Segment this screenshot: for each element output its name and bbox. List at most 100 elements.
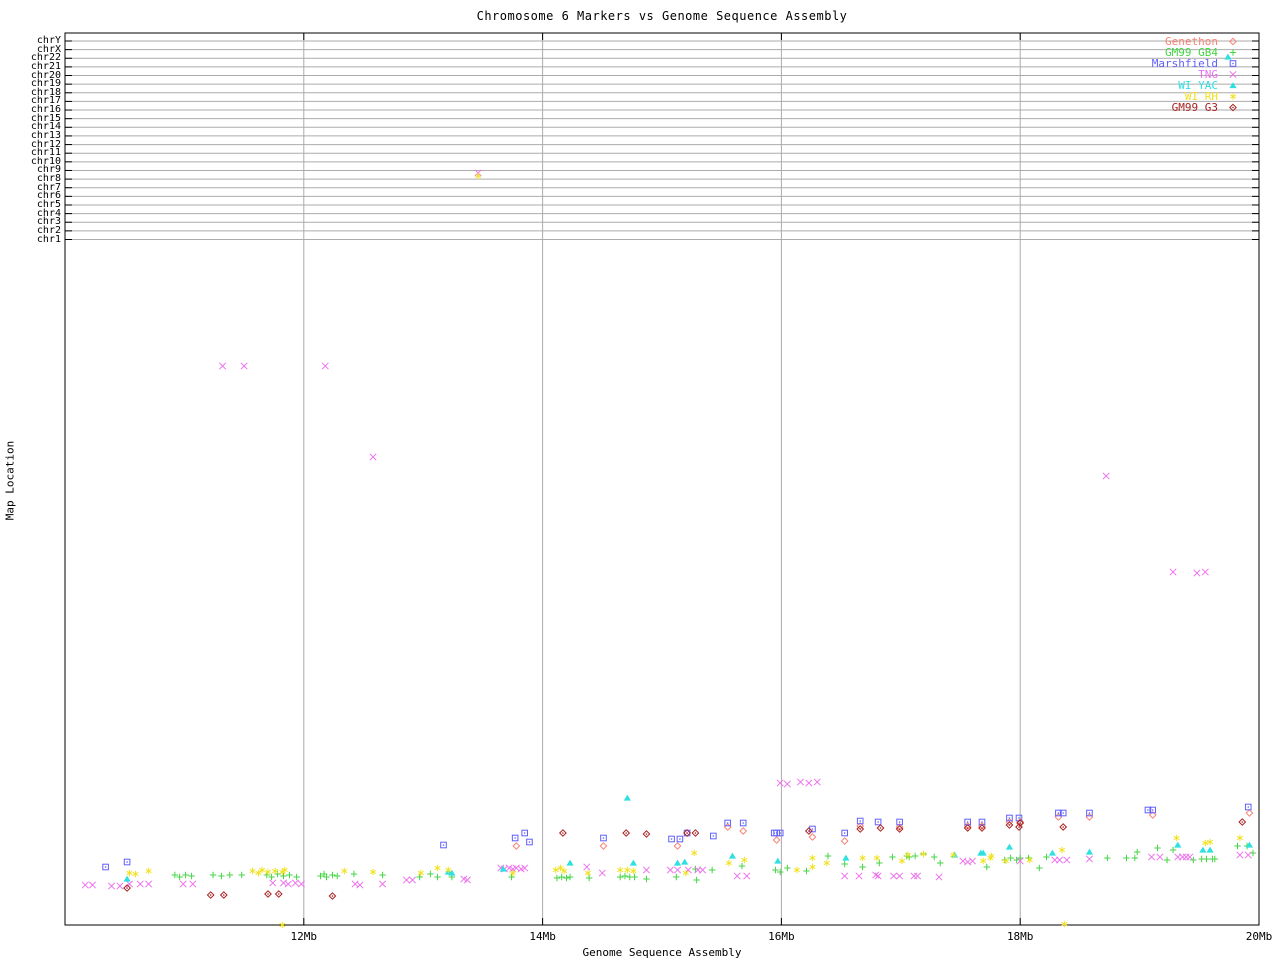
marker-asterisk: [1236, 834, 1243, 842]
marker-cross: [1236, 851, 1244, 859]
marker-square-dot: [670, 838, 673, 840]
series-gm99-gb4-points: [171, 842, 1257, 884]
marker-plus: [218, 872, 225, 880]
legend-item-marshfield: Marshfield: [1100, 58, 1248, 69]
marker-plus: [937, 859, 944, 867]
marker-plus: [1169, 846, 1177, 854]
marker-cross: [796, 778, 805, 786]
marker-square-dot: [1008, 817, 1011, 819]
marker-asterisk: [809, 854, 816, 862]
marker-diamond-dot: [898, 828, 901, 830]
marker-asterisk: [859, 854, 866, 862]
x-tick-label-18Mb: 18Mb: [1006, 930, 1034, 943]
marker-plus: [350, 870, 358, 878]
marker-open-diamond: [808, 833, 817, 841]
marker-plus: [859, 863, 866, 871]
plot-border: [64, 32, 1260, 926]
asterisk-icon: [1229, 93, 1237, 100]
marker-square-dot: [602, 837, 605, 839]
marker-diamond-dot: [331, 895, 334, 897]
plot-area: [64, 32, 1260, 929]
marker-plus: [238, 871, 245, 879]
marker-square-dot: [712, 835, 715, 837]
marker-square-dot: [843, 832, 846, 834]
marker-cross: [402, 876, 411, 884]
marker-asterisk: [980, 857, 987, 865]
marker-square-dot: [898, 821, 901, 823]
chromosome-gridlines: [65, 40, 1259, 240]
chart-canvas: Chromosome 6 Markers vs Genome Sequence …: [0, 0, 1280, 960]
marker-plus: [631, 873, 638, 881]
marker-plus: [182, 871, 189, 879]
marker-triangle: [774, 857, 782, 864]
marker-square-dot: [1151, 809, 1154, 811]
marker-diamond-dot: [277, 893, 280, 895]
marker-diamond-dot: [209, 894, 212, 896]
marker-plus: [585, 874, 593, 882]
marker-cross: [743, 872, 751, 880]
marker-cross: [321, 362, 329, 370]
marker-cross: [1229, 70, 1237, 79]
marker-plus: [566, 873, 574, 881]
marker-asterisk: [691, 849, 698, 857]
marker-asterisk: [624, 866, 631, 874]
marker-cross: [88, 881, 97, 889]
marker-square-dot: [859, 820, 862, 822]
marker-cross: [284, 880, 292, 888]
x-tick-label-20Mb: 20Mb: [1245, 930, 1273, 943]
marker-triangle: [1048, 849, 1057, 856]
legend-item-gm99-g3: GM99 G3: [1100, 102, 1248, 113]
marker-asterisk: [617, 866, 624, 874]
marker-plus: [824, 852, 832, 860]
legend-item-tng: TNG: [1100, 69, 1248, 80]
marker-plus: [911, 852, 919, 860]
marker-cross: [1147, 853, 1156, 861]
series-tng-points: [81, 169, 1252, 890]
marker-square-dot: [1088, 812, 1091, 814]
marker-cross: [189, 880, 197, 888]
marker-triangle: [1174, 841, 1182, 848]
marker-triangle: [1005, 843, 1014, 850]
marker-diamond-dot: [966, 827, 969, 829]
marker-diamond-dot: [1062, 826, 1064, 828]
marker-square-dot: [104, 866, 107, 868]
marker-square-dot: [877, 821, 879, 823]
marker-plus: [1203, 855, 1210, 863]
open-square-icon: [1229, 60, 1237, 67]
marker-open-diamond: [772, 836, 781, 844]
marker-square-dot: [742, 822, 744, 824]
marker-diamond-dot: [1008, 824, 1011, 826]
marker-asterisk: [793, 866, 800, 874]
marker-cross: [874, 872, 882, 880]
marker-triangle: [1206, 846, 1214, 853]
marker-plus: [508, 873, 515, 881]
series-wi-rh-points: [126, 172, 1243, 929]
marker-asterisk: [145, 867, 152, 875]
marker-plus: [1036, 864, 1043, 872]
marker-plus: [188, 872, 195, 880]
marker-square-dot: [1247, 806, 1250, 808]
marker-plus: [334, 872, 341, 880]
marker-asterisk: [417, 869, 424, 877]
cross-icon: [1229, 70, 1237, 79]
marker-plus: [738, 862, 746, 870]
marker-plus: [416, 873, 423, 881]
marker-cross: [108, 882, 116, 890]
marker-square-dot: [679, 838, 681, 840]
marker-plus: [1134, 848, 1141, 856]
marker-open-diamond: [1245, 809, 1254, 817]
marker-asterisk: [1173, 834, 1180, 842]
marker-open-diamond: [1085, 813, 1094, 821]
marker-open-diamond: [673, 842, 682, 850]
x-tick-label-14Mb: 14Mb: [529, 930, 556, 943]
marker-asterisk: [552, 866, 559, 874]
marker-cross: [813, 778, 821, 786]
marker-cross: [1063, 856, 1071, 864]
vertical-gridlines: [303, 33, 1021, 925]
marker-cross: [145, 880, 153, 888]
marker-open-diamond: [739, 827, 748, 835]
marker-asterisk: [823, 859, 830, 867]
marker-cross: [896, 872, 904, 880]
marker-plus: [617, 873, 624, 881]
marker-cross: [1182, 853, 1190, 861]
